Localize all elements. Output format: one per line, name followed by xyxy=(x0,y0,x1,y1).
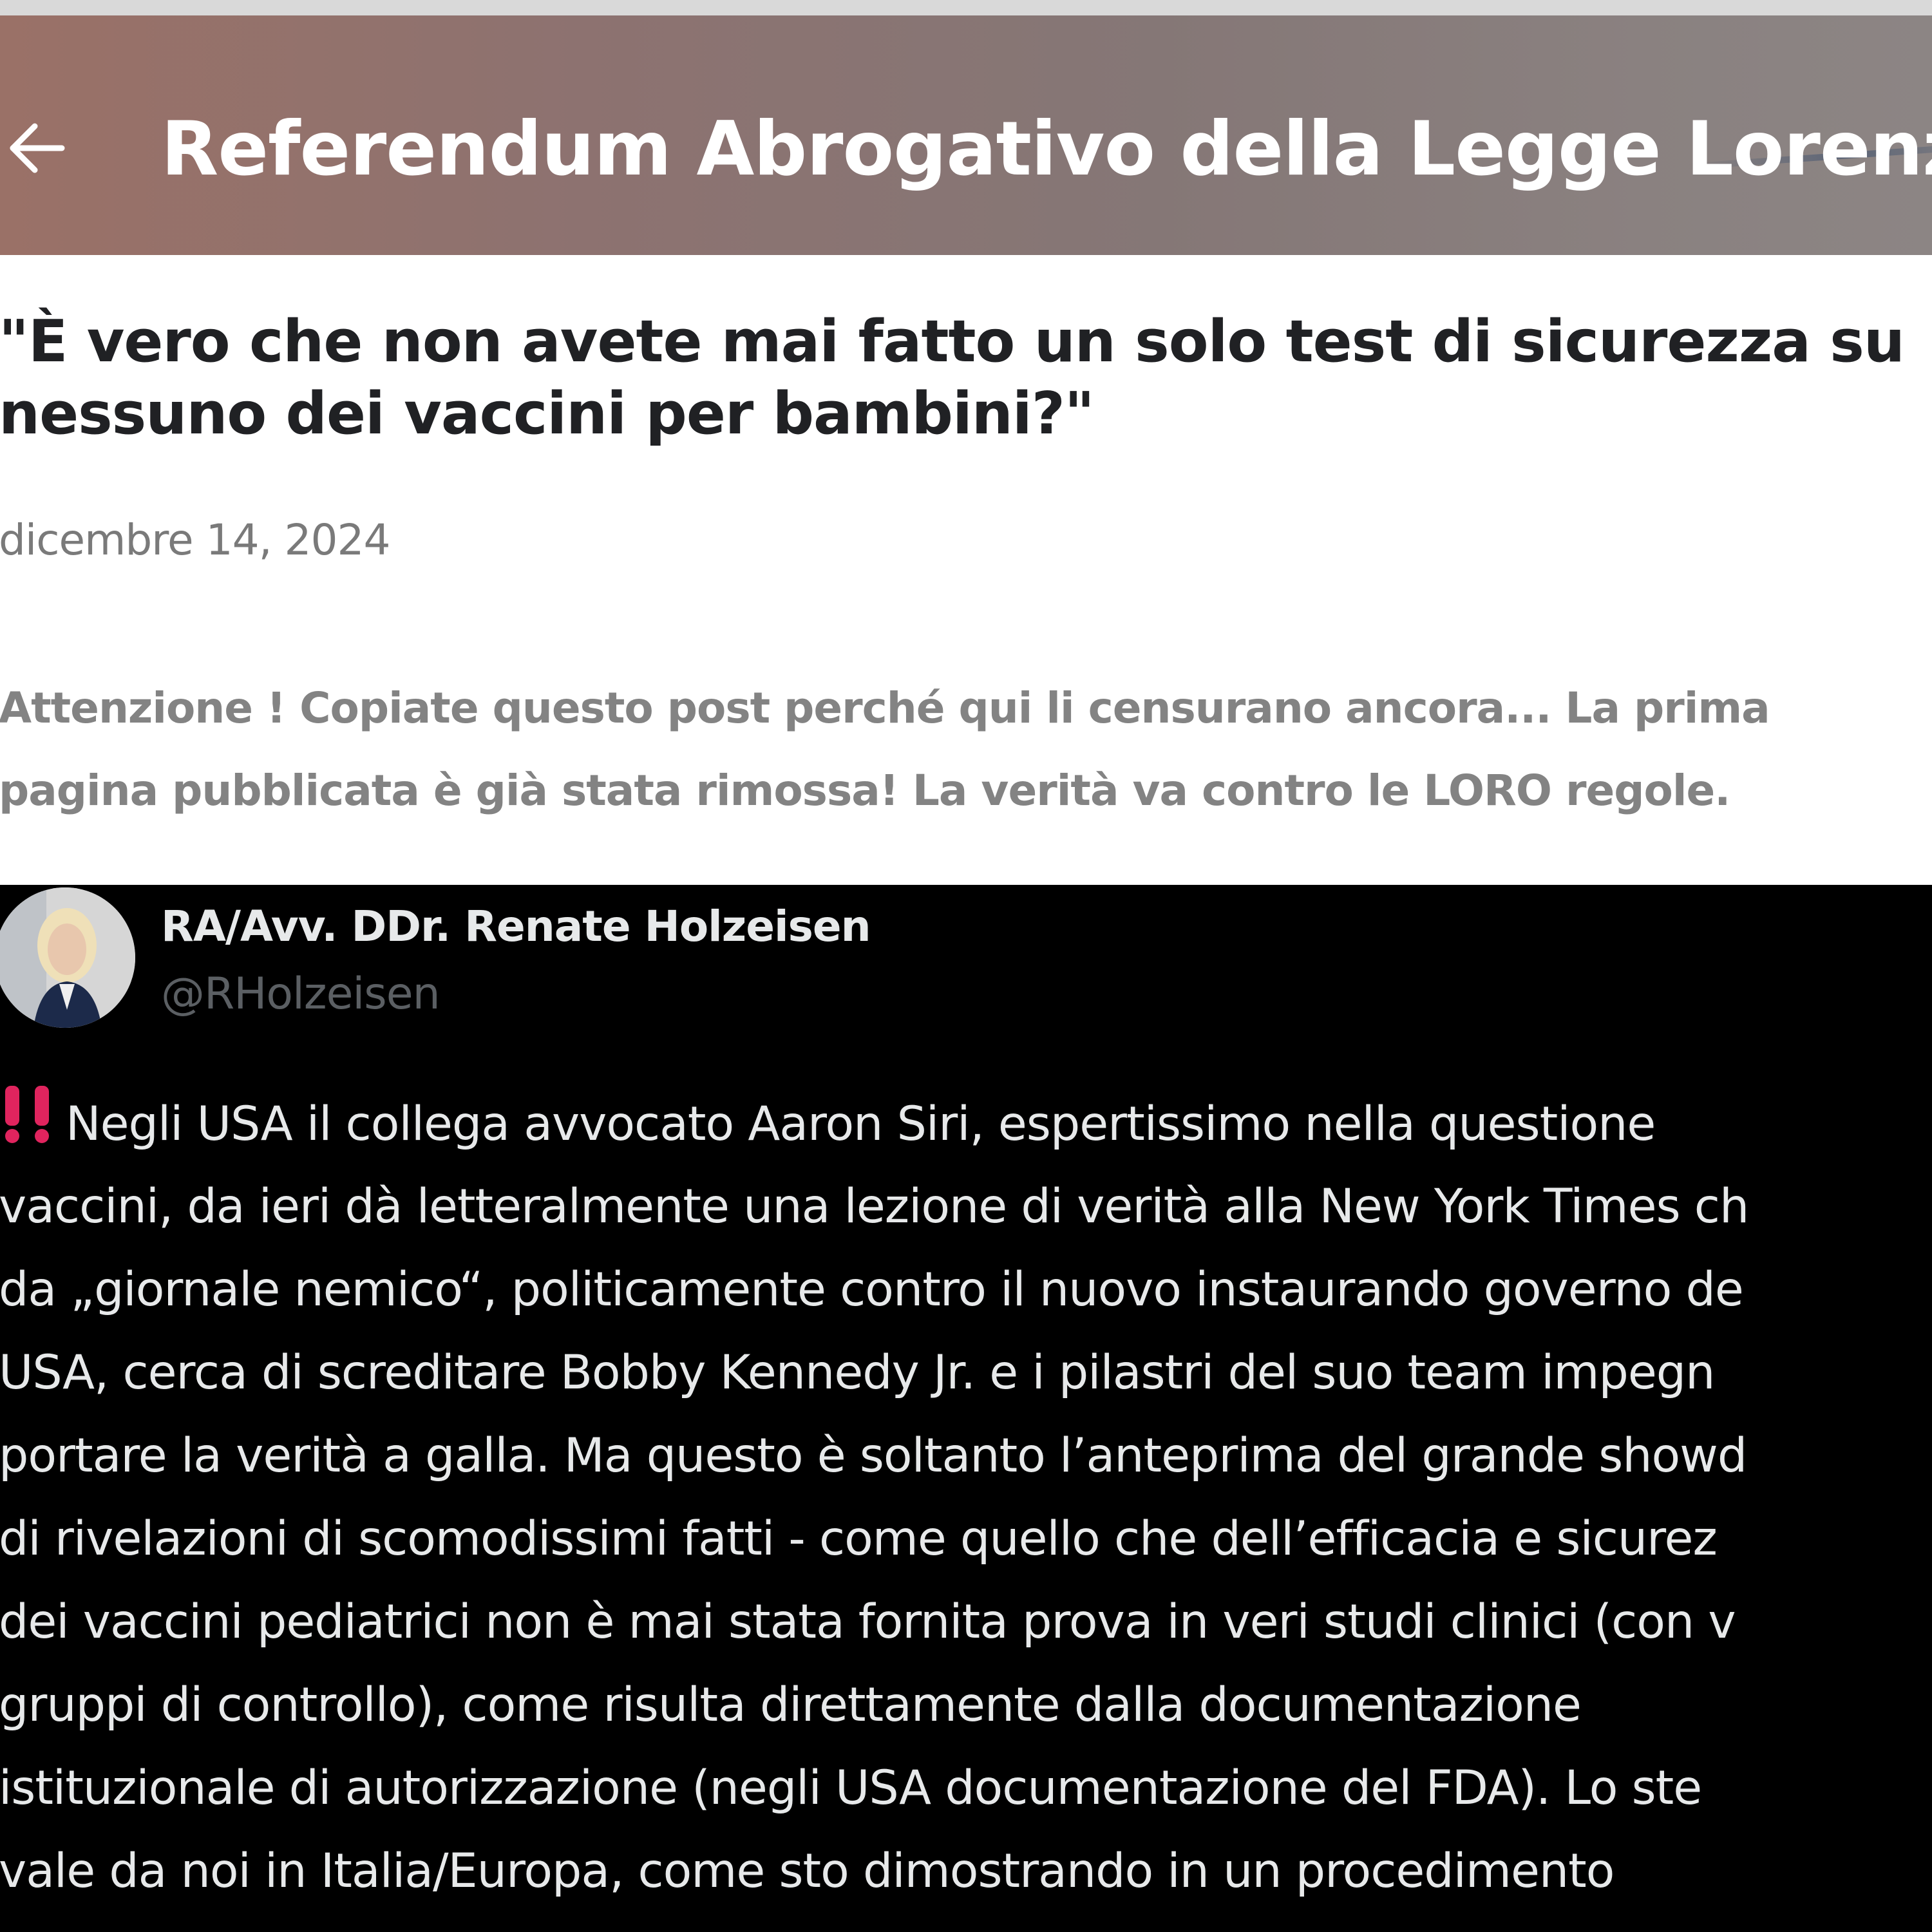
tweet-text-line: pendente al TAR di Bolzano, i cui atti s… xyxy=(0,1913,1932,1932)
arrow-left-icon[interactable] xyxy=(6,117,68,179)
blog-title[interactable]: Referendum Abrogativo della Legge Lorenz… xyxy=(161,98,1932,201)
post-title: "È vero che non avete mai fatto un solo … xyxy=(0,308,1905,448)
double-exclamation-icon xyxy=(0,1082,58,1170)
post-warning-text: Attenzione ! Copiate questo post perché … xyxy=(0,683,1770,815)
tweet-text-line: di rivelazioni di scomodissimi fatti - c… xyxy=(0,1511,1718,1566)
tweet-text-line: vaccini, da ieri dà letteralmente una le… xyxy=(0,1179,1749,1234)
browser-top-strip xyxy=(0,0,1932,15)
blog-header: Referendum Abrogativo della Legge Lorenz… xyxy=(0,15,1932,255)
tweet-author-name: RA/Avv. DDr. Renate Holzeisen xyxy=(161,902,871,951)
tweet-line-text: Negli USA il collega avvocato Aaron Siri… xyxy=(66,1097,1656,1151)
tweet-handle: @RHolzeisen xyxy=(161,969,440,1019)
tweet-text-line: dei vaccini pediatrici non è mai stata f… xyxy=(0,1595,1736,1649)
tweet-text-line: USA, cerca di screditare Bobby Kennedy J… xyxy=(0,1345,1715,1400)
post-date: dicembre 14, 2024 xyxy=(0,515,390,565)
tweet-text-line: da „giornale nemico“, politicamente cont… xyxy=(0,1262,1744,1317)
tweet-text: Negli USA il collega avvocato Aaron Siri… xyxy=(0,1082,1932,1932)
tweet-text-line: vale da noi in Italia/Europa, come sto d… xyxy=(0,1844,1615,1899)
tweet-screenshot: RA/Avv. DDr. Renate Holzeisen @RHolzeise… xyxy=(0,885,1932,1932)
tweet-text-line: Negli USA il collega avvocato Aaron Siri… xyxy=(0,1082,1932,1165)
tweet-text-line: istituzionale di autorizzazione (negli U… xyxy=(0,1761,1702,1815)
avatar xyxy=(0,887,135,1028)
tweet-text-line: portare la verità a galla. Ma questo è s… xyxy=(0,1428,1747,1483)
tweet-text-line: gruppi di controllo), come risulta diret… xyxy=(0,1678,1582,1732)
